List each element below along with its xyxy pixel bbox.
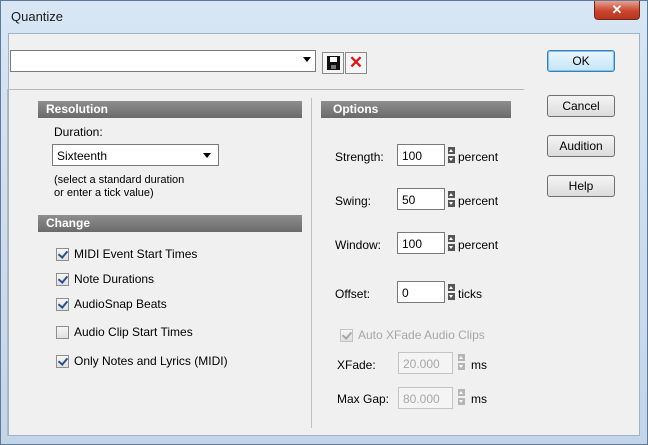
- save-icon: [327, 56, 340, 70]
- duration-hint-line1: (select a standard duration: [54, 174, 185, 186]
- checkbox-label: Auto XFade Audio Clips: [358, 328, 485, 342]
- spin-up-icon: [458, 354, 465, 361]
- swing-label: Swing:: [335, 194, 372, 208]
- spin-up-icon[interactable]: [448, 284, 455, 291]
- swing-value: 50: [402, 193, 416, 207]
- checkbox[interactable]: [56, 248, 69, 261]
- close-icon: ✕: [611, 2, 623, 17]
- checkbox: [340, 329, 353, 342]
- checkbox-label: AudioSnap Beats: [74, 297, 167, 311]
- duration-hint-line2: or enter a tick value): [54, 187, 154, 199]
- max-gap-spinner: [458, 387, 465, 407]
- settings-panel: [7, 89, 524, 436]
- resolution-header: Resolution: [38, 101, 302, 118]
- window-input[interactable]: 100: [397, 232, 445, 254]
- checkbox[interactable]: [56, 273, 69, 286]
- ok-button[interactable]: OK: [547, 50, 615, 72]
- close-button[interactable]: ✕: [594, 1, 640, 20]
- strength-label: Strength:: [335, 150, 384, 164]
- duration-label: Duration:: [54, 125, 103, 139]
- offset-label: Offset:: [335, 287, 371, 301]
- swing-unit: percent: [458, 194, 499, 208]
- spin-down-icon[interactable]: [448, 244, 455, 251]
- spin-up-icon[interactable]: [448, 147, 455, 154]
- spin-down-icon[interactable]: [448, 200, 455, 207]
- spin-down-icon[interactable]: [448, 156, 455, 163]
- chevron-down-icon: [303, 57, 311, 62]
- strength-unit: percent: [458, 150, 499, 164]
- checkbox[interactable]: [56, 326, 69, 339]
- duration-select[interactable]: Sixteenth: [52, 144, 219, 166]
- window-unit: percent: [458, 238, 499, 252]
- checkbox-label: Note Durations: [74, 272, 155, 286]
- duration-value: Sixteenth: [57, 149, 108, 163]
- strength-spinner[interactable]: [448, 145, 455, 165]
- max-gap-value: 80.000: [403, 392, 440, 406]
- swing-input[interactable]: 50: [397, 188, 445, 210]
- max-gap-label: Max Gap:: [337, 392, 390, 406]
- audition-button[interactable]: Audition: [547, 135, 615, 157]
- options-header: Options: [321, 101, 511, 118]
- help-button[interactable]: Help: [547, 175, 615, 197]
- max-gap-input: 80.000: [398, 387, 453, 409]
- checkbox[interactable]: [56, 355, 69, 368]
- cancel-button[interactable]: Cancel: [547, 95, 615, 117]
- xfade-unit: ms: [471, 358, 487, 372]
- offset-value: 0: [402, 286, 409, 300]
- window-title: Quantize: [11, 9, 64, 24]
- checkbox-label: MIDI Event Start Times: [74, 247, 198, 261]
- spin-up-icon[interactable]: [448, 235, 455, 242]
- change-header: Change: [38, 215, 302, 232]
- window-value: 100: [402, 237, 423, 251]
- chevron-down-icon: [203, 153, 211, 158]
- spin-up-icon: [458, 389, 465, 396]
- xfade-spinner: [458, 352, 465, 372]
- offset-input[interactable]: 0: [397, 281, 445, 303]
- xfade-input: 20.000: [398, 352, 453, 374]
- max-gap-unit: ms: [471, 392, 487, 406]
- checkbox[interactable]: [56, 298, 69, 311]
- spin-up-icon[interactable]: [448, 191, 455, 198]
- delete-preset-button[interactable]: ✕: [345, 52, 367, 74]
- xfade-label: XFade:: [337, 358, 376, 372]
- preset-combo[interactable]: [10, 50, 316, 72]
- spin-down-icon: [458, 363, 465, 370]
- title-bar: Quantize ✕: [1, 1, 647, 31]
- save-preset-button[interactable]: [322, 52, 344, 74]
- window-spinner[interactable]: [448, 233, 455, 253]
- window-label: Window:: [335, 238, 382, 252]
- strength-input[interactable]: 100: [397, 144, 445, 166]
- spin-down-icon: [458, 398, 465, 405]
- checkbox-label: Only Notes and Lyrics (MIDI): [74, 354, 228, 368]
- swing-spinner[interactable]: [448, 189, 455, 209]
- delete-icon: ✕: [348, 53, 364, 72]
- checkbox-label: Audio Clip Start Times: [74, 325, 193, 339]
- offset-spinner[interactable]: [448, 282, 455, 302]
- xfade-value: 20.000: [403, 357, 440, 371]
- strength-value: 100: [402, 149, 423, 163]
- column-divider: [311, 98, 312, 428]
- offset-unit: ticks: [458, 287, 482, 301]
- spin-down-icon[interactable]: [448, 293, 455, 300]
